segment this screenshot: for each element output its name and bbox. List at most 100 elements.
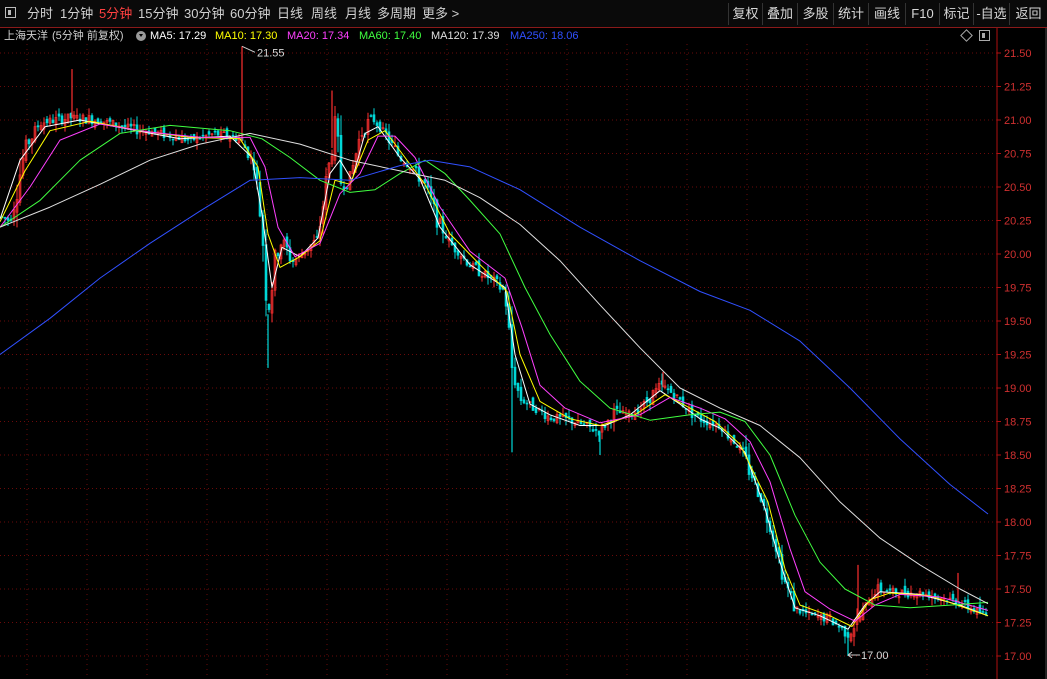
candle-body <box>444 236 448 239</box>
candle-body <box>534 407 538 413</box>
high-marker-line <box>241 45 256 53</box>
candle-body <box>36 125 40 128</box>
candle-body <box>423 179 427 184</box>
y-tick-label: 20.50 <box>1004 182 1032 194</box>
candle-body <box>549 417 553 421</box>
candle-body <box>735 446 739 448</box>
candle-body <box>552 418 556 422</box>
candle-body <box>885 590 889 592</box>
candle-body <box>129 123 133 127</box>
candle-body <box>888 588 892 591</box>
candle-body <box>3 216 7 219</box>
y-tick-label: 17.25 <box>1004 618 1032 630</box>
period-tab-9[interactable]: 多周期 <box>377 0 416 28</box>
candle-body <box>207 131 211 135</box>
ma-line-ma60 <box>0 124 989 609</box>
toolbar-button-2[interactable]: 多股 <box>797 3 833 25</box>
candle-body <box>198 137 202 140</box>
candle-body <box>591 429 595 432</box>
toolbar-button-0[interactable]: 复权 <box>728 3 762 25</box>
candle-body <box>45 118 49 124</box>
candle-body <box>213 130 217 133</box>
kline-chart[interactable]: 21.50 21.25 21.00 20.75 20.50 20.25 20.00 19.75… <box>0 28 1047 679</box>
y-tick-label: 21.50 <box>1004 48 1032 60</box>
candle-body <box>978 604 982 614</box>
candle-body <box>201 134 205 137</box>
period-tab-6[interactable]: 日线 <box>277 0 303 28</box>
period-tab-5[interactable]: 60分钟 <box>230 0 270 28</box>
candle-body <box>543 412 547 419</box>
candle-body <box>525 402 529 405</box>
y-tick-label: 20.00 <box>1004 249 1032 261</box>
y-tick-label: 17.00 <box>1004 651 1032 663</box>
candle-body <box>699 414 703 422</box>
y-tick-label: 21.00 <box>1004 115 1032 127</box>
candle-body <box>375 122 379 126</box>
period-tab-7[interactable]: 周线 <box>311 0 337 28</box>
candle-body <box>879 582 883 593</box>
ma-line-ma120 <box>0 132 989 605</box>
period-tab-3[interactable]: 15分钟 <box>138 0 178 28</box>
candle-body <box>120 125 124 128</box>
ma-line-ma20 <box>0 123 989 622</box>
candle-body <box>516 382 520 391</box>
candle-body <box>513 366 517 386</box>
period-tab-1[interactable]: 1分钟 <box>60 0 93 28</box>
toolbar-button-3[interactable]: 统计 <box>833 3 868 25</box>
toolbar-button-1[interactable]: 叠加 <box>762 3 797 25</box>
candle-body <box>981 611 985 613</box>
candle-body <box>963 600 967 603</box>
candle-body <box>435 199 439 228</box>
panel-toggle-icon[interactable] <box>5 7 16 18</box>
panel-scroll-icon[interactable] <box>979 30 990 41</box>
low-price-label: 17.00 <box>861 650 889 662</box>
candle-body <box>231 134 235 137</box>
period-tab-4[interactable]: 30分钟 <box>184 0 224 28</box>
candle-body <box>267 304 271 310</box>
candle-body <box>951 593 955 600</box>
candle-body <box>57 113 61 117</box>
period-tab-0[interactable]: 分时 <box>27 0 53 28</box>
candle-body <box>522 399 526 404</box>
candle-body <box>123 124 127 128</box>
candle-body <box>519 386 523 402</box>
candle-body <box>336 118 340 137</box>
candle-body <box>474 262 478 265</box>
y-tick-label: 18.50 <box>1004 450 1032 462</box>
candle-body <box>27 139 31 145</box>
candle-body <box>582 423 586 426</box>
y-tick-label: 18.25 <box>1004 484 1032 496</box>
candle-body <box>558 414 562 417</box>
period-tab-2[interactable]: 5分钟 <box>99 0 132 28</box>
candle-body <box>594 429 598 431</box>
period-tab-10[interactable]: 更多 > <box>422 0 459 28</box>
toolbar-button-4[interactable]: 画线 <box>868 3 905 25</box>
candle-body <box>495 275 499 280</box>
candle-body <box>255 166 259 179</box>
candle-body <box>615 405 619 409</box>
toolbar-button-8[interactable]: 返回 <box>1009 3 1047 25</box>
candle-body <box>372 114 376 123</box>
y-tick-label: 18.75 <box>1004 417 1032 429</box>
toolbar-button-5[interactable]: F10 <box>905 3 939 25</box>
period-tab-8[interactable]: 月线 <box>345 0 371 28</box>
candle-body <box>690 404 694 419</box>
candle-body <box>414 166 418 169</box>
y-tick-label: 19.00 <box>1004 383 1032 395</box>
candle-body <box>51 119 55 123</box>
candle-body <box>669 386 673 393</box>
candle-body <box>810 613 814 616</box>
y-tick-label: 19.75 <box>1004 283 1032 295</box>
y-tick-label: 20.75 <box>1004 149 1032 161</box>
candle-body <box>468 265 472 268</box>
toolbar-button-7[interactable]: -自选 <box>973 3 1009 25</box>
candle-body <box>60 115 64 124</box>
y-tick-label: 19.25 <box>1004 350 1032 362</box>
candle-body <box>678 397 682 400</box>
candle-body <box>603 425 607 428</box>
candle-body <box>171 138 175 141</box>
toolbar-button-6[interactable]: 标记 <box>939 3 973 25</box>
candle-body <box>672 392 676 399</box>
candle-body <box>264 244 268 301</box>
candle-body <box>798 609 802 614</box>
